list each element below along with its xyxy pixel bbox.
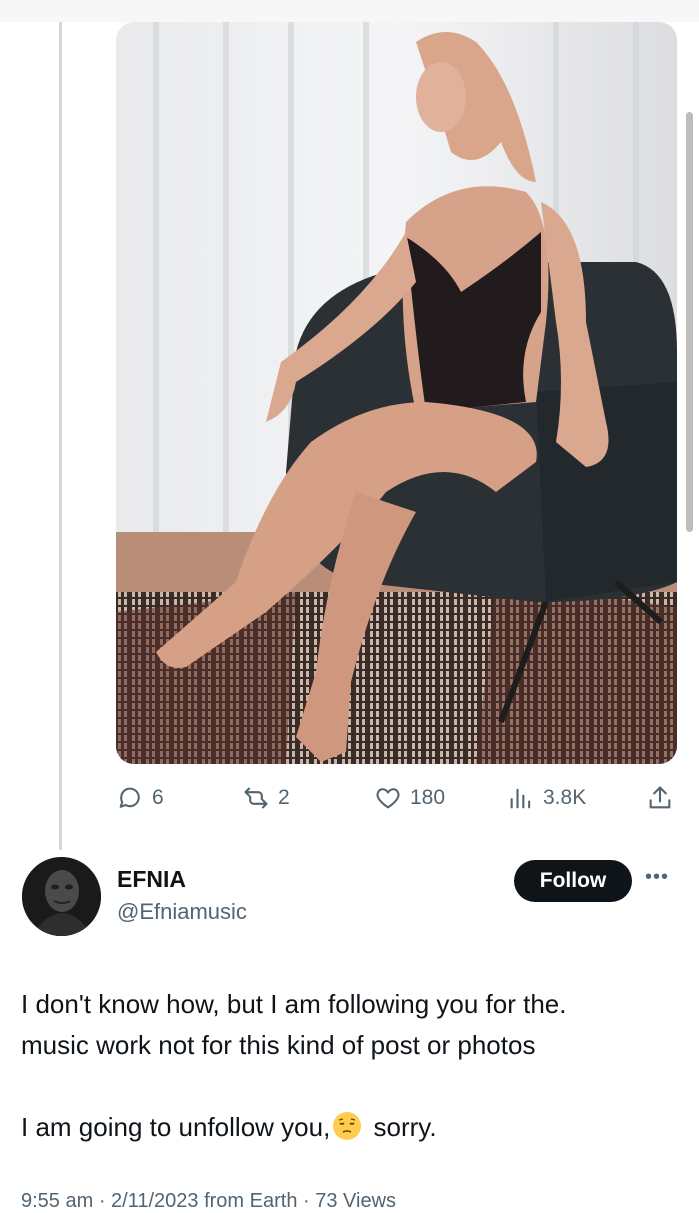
follow-button[interactable]: Follow [514, 860, 632, 902]
reply-text-line: music work not for this kind of post or … [21, 1030, 536, 1060]
reply-meta-cutoff: 9:55 am · 2/11/2023 from Earth · 73 View… [21, 1190, 397, 1212]
analytics-icon [510, 788, 531, 809]
reply-author-handle[interactable]: @Efniamusic [117, 899, 247, 925]
reply-count: 6 [152, 786, 164, 809]
reply-text-fragment: sorry. [366, 1112, 437, 1142]
avatar[interactable] [22, 857, 101, 936]
thread-connector-line [59, 22, 62, 850]
share-button[interactable] [646, 778, 674, 818]
reply-text-line: I don't know how, but I am following you… [21, 989, 567, 1019]
tweet-actions-bar: 6 2 180 3.8K [116, 778, 677, 818]
reply-text: I don't know how, but I am following you… [21, 984, 681, 1148]
scrollbar[interactable] [686, 112, 693, 532]
pensive-face-emoji-icon [333, 1112, 362, 1140]
reply-icon [119, 787, 140, 808]
views-button[interactable]: 3.8K [507, 778, 586, 818]
repost-count: 2 [278, 786, 290, 809]
share-icon [649, 786, 671, 809]
tweet-photo[interactable] [116, 22, 677, 764]
more-options-icon[interactable]: ••• [645, 866, 669, 889]
reply-text-line: I am going to unfollow you, sorry. [21, 1107, 681, 1148]
heart-icon [376, 788, 400, 809]
views-count: 3.8K [543, 786, 587, 809]
repost-button[interactable]: 2 [242, 778, 290, 818]
reply-button[interactable]: 6 [116, 778, 164, 818]
reply-author-name[interactable]: EFNIA [117, 866, 186, 893]
reply-text-fragment: I am going to unfollow you, [21, 1112, 331, 1142]
photo-image [116, 22, 677, 764]
avatar-image [22, 857, 101, 936]
repost-icon [244, 787, 268, 809]
like-count: 180 [410, 786, 446, 809]
top-bar [0, 0, 699, 22]
like-button[interactable]: 180 [374, 778, 445, 818]
